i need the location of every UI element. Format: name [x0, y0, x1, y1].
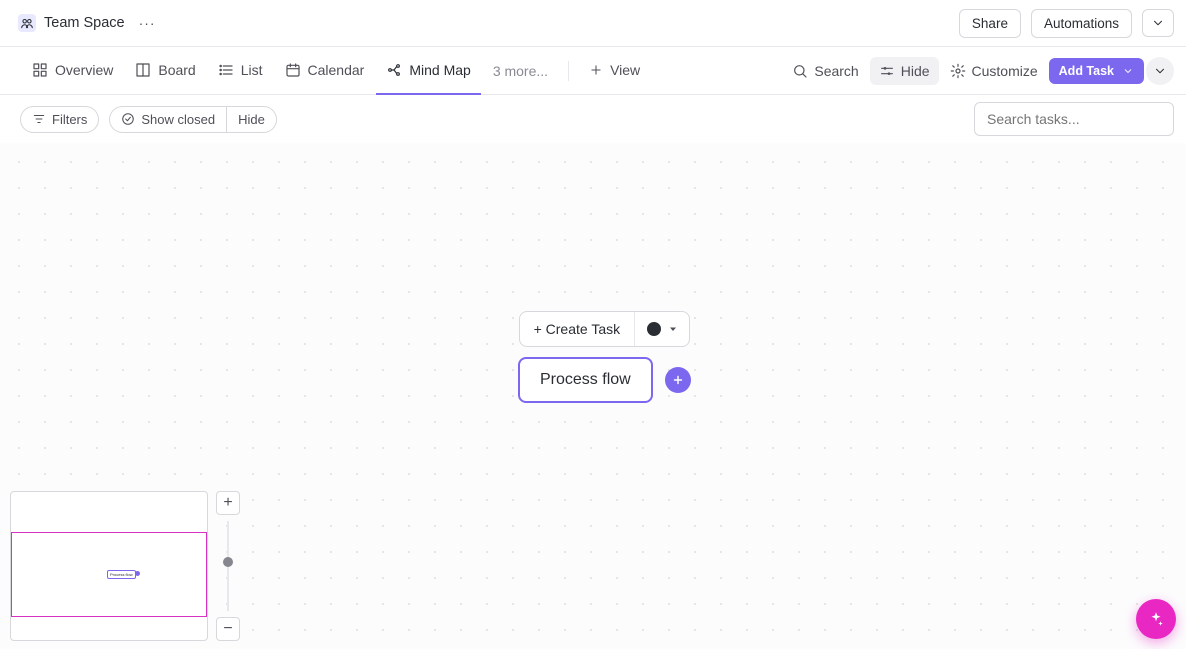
filter-icon: [32, 112, 46, 126]
caret-down-icon: [667, 323, 679, 335]
hide-toggle[interactable]: Hide: [870, 57, 939, 85]
tabs-more[interactable]: 3 more...: [483, 63, 558, 79]
overview-mini-node: Process flow: [107, 570, 136, 579]
add-task-button[interactable]: Add Task: [1049, 58, 1144, 84]
create-task-pill: + Create Task: [519, 311, 691, 347]
task-search-input[interactable]: [985, 110, 1163, 128]
create-task-button[interactable]: + Create Task: [520, 312, 635, 346]
plus-icon: [671, 373, 685, 387]
tab-label: Overview: [55, 62, 113, 78]
tab-calendar[interactable]: Calendar: [275, 47, 375, 95]
list-icon: [218, 62, 234, 78]
space-title-text: Team Space: [44, 15, 125, 31]
filters-label: Filters: [52, 112, 87, 127]
chevron-down-icon: [1151, 16, 1165, 30]
grid-icon: [32, 62, 48, 78]
tab-label: List: [241, 62, 263, 78]
tab-mind-map[interactable]: Mind Map: [376, 47, 480, 95]
task-search-box[interactable]: [974, 102, 1174, 136]
search-label: Search: [814, 63, 858, 79]
mind-map-canvas[interactable]: + Create Task Process flow Process flow …: [0, 143, 1186, 649]
team-space-icon: [18, 14, 36, 32]
columns-icon: [135, 62, 151, 78]
space-title[interactable]: Team Space: [18, 14, 125, 32]
hide-closed-label: Hide: [238, 112, 265, 127]
header-dropdown[interactable]: [1142, 9, 1174, 37]
node-row: Process flow: [518, 357, 691, 403]
search-icon: [792, 63, 808, 79]
mindmap-icon: [386, 62, 402, 78]
customize-button[interactable]: Customize: [941, 57, 1047, 85]
mind-map-root-node[interactable]: Process flow: [518, 357, 653, 403]
add-view-label: View: [610, 62, 640, 78]
hide-closed-button[interactable]: Hide: [227, 107, 276, 132]
gear-icon: [950, 63, 966, 79]
plus-icon: [589, 63, 603, 77]
show-closed-label: Show closed: [141, 112, 215, 127]
calendar-icon: [285, 62, 301, 78]
overview-mini-plus: [135, 571, 140, 576]
zoom-in-button[interactable]: +: [216, 491, 240, 515]
add-view-button[interactable]: View: [579, 56, 650, 86]
add-child-node-button[interactable]: [665, 367, 691, 393]
add-task-label: Add Task: [1059, 64, 1114, 78]
tabs-overflow-menu[interactable]: [1146, 57, 1174, 85]
status-dot-icon: [647, 322, 661, 336]
node-label: Process flow: [540, 371, 631, 388]
tabs-row: Overview Board List Calendar Mind Map 3 …: [0, 47, 1186, 95]
status-selector[interactable]: [635, 322, 689, 336]
show-closed-toggle: Show closed Hide: [109, 106, 276, 133]
separator: [568, 61, 569, 81]
chevron-down-icon: [1122, 65, 1134, 77]
tab-label: Calendar: [308, 62, 365, 78]
space-more-menu[interactable]: ···: [135, 13, 160, 33]
sparkle-icon: [1147, 610, 1165, 628]
canvas-overview[interactable]: Process flow: [10, 491, 208, 641]
ai-fab-button[interactable]: [1136, 599, 1176, 639]
zoom-out-button[interactable]: −: [216, 617, 240, 641]
tab-board[interactable]: Board: [125, 47, 205, 95]
share-button[interactable]: Share: [959, 9, 1021, 38]
tab-overview[interactable]: Overview: [22, 47, 123, 95]
filter-row: Filters Show closed Hide: [0, 95, 1186, 143]
filters-chip[interactable]: Filters: [20, 106, 99, 133]
customize-label: Customize: [972, 63, 1038, 79]
header-bar: Team Space ··· Share Automations: [0, 0, 1186, 47]
search-button[interactable]: Search: [783, 57, 867, 85]
zoom-controls: + −: [216, 491, 240, 641]
chevron-down-icon: [1153, 64, 1167, 78]
node-group: + Create Task Process flow: [518, 311, 691, 403]
show-closed-button[interactable]: Show closed: [110, 107, 227, 132]
check-circle-icon: [121, 112, 135, 126]
tab-list[interactable]: List: [208, 47, 273, 95]
tab-label: Board: [158, 62, 195, 78]
hide-label: Hide: [901, 63, 930, 79]
automations-button[interactable]: Automations: [1031, 9, 1132, 38]
sliders-icon: [879, 63, 895, 79]
zoom-slider-track[interactable]: [227, 521, 229, 611]
automations-label: Automations: [1044, 16, 1119, 31]
share-label: Share: [972, 16, 1008, 31]
zoom-slider-thumb[interactable]: [223, 557, 233, 567]
tab-label: Mind Map: [409, 62, 470, 78]
